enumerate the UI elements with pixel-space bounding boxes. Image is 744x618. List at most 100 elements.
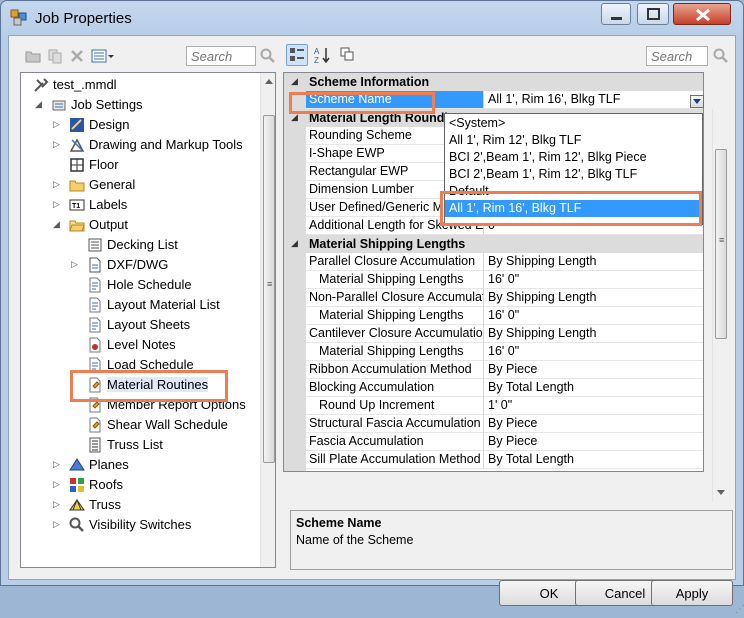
tree-item[interactable]: Hole Schedule xyxy=(21,275,259,295)
property-name: Material Shipping Lengths xyxy=(306,271,484,289)
property-row[interactable]: Parallel Closure Accumulation By Shipping… xyxy=(306,253,703,271)
tree-item-label: Job Settings xyxy=(71,97,143,112)
scroll-down-icon[interactable] xyxy=(716,489,726,497)
grid-scrollbar[interactable]: ≡ xyxy=(712,109,728,502)
property-value[interactable]: By Piece xyxy=(484,415,703,433)
apply-button[interactable]: Apply xyxy=(651,580,733,606)
expand-arrow-icon[interactable]: ▷ xyxy=(53,199,63,209)
tree-item[interactable]: Layout Sheets xyxy=(21,315,259,335)
property-value[interactable]: By Total Length xyxy=(484,451,703,469)
tree-item[interactable]: ▷ General xyxy=(21,175,259,195)
delete-icon[interactable] xyxy=(69,48,85,64)
settings-tree[interactable]: ≡ test_.mmdl ◢ Job Settings ▷ Design ▷ Drawing… xyxy=(20,72,276,568)
tree-item[interactable]: ◢ Output xyxy=(21,215,259,235)
tree-item[interactable]: ◢ Job Settings xyxy=(21,95,259,115)
search-icon[interactable] xyxy=(260,48,276,64)
property-row[interactable]: Non-Parallel Closure Accumulation By Ship… xyxy=(306,289,703,307)
material-routines-highlight xyxy=(70,370,228,402)
view-options-icon[interactable] xyxy=(91,48,115,64)
grid-search-icon[interactable] xyxy=(713,48,729,64)
tree-item[interactable]: ▷ Truss xyxy=(21,495,259,515)
property-row[interactable]: Material Shipping Lengths 16' 0" xyxy=(306,271,703,289)
tree-item[interactable]: Truss List xyxy=(21,435,259,455)
category-shipping[interactable]: ◢ Material Shipping Lengths xyxy=(284,235,703,253)
tree-item[interactable]: ▷ Drawing and Markup Tools xyxy=(21,135,259,155)
new-folder-icon[interactable] xyxy=(25,48,41,64)
tree-item[interactable]: test_.mmdl xyxy=(21,75,259,95)
dropdown-option[interactable]: All 1', Rim 12', Blkg TLF xyxy=(445,132,702,149)
property-value[interactable]: 16' 0" xyxy=(484,343,703,361)
property-value[interactable]: By Shipping Length xyxy=(484,325,703,343)
property-value[interactable]: By Shipping Length xyxy=(484,253,703,271)
expand-arrow-icon[interactable]: ▷ xyxy=(71,259,81,269)
collapse-arrow-icon[interactable]: ◢ xyxy=(291,238,298,249)
tree-scrollbar[interactable]: ≡ xyxy=(260,73,275,567)
svg-text:T1: T1 xyxy=(72,203,80,210)
dropdown-option[interactable]: <System> xyxy=(445,115,702,132)
title-bar[interactable]: Job Properties xyxy=(1,1,743,35)
dropdown-option[interactable]: BCI 2',Beam 1', Rim 12', Blkg TLF xyxy=(445,166,702,183)
copy-icon[interactable] xyxy=(47,48,63,64)
expand-arrow-icon[interactable]: ▷ xyxy=(53,459,63,469)
tree-item[interactable]: Floor xyxy=(21,155,259,175)
tree-item[interactable]: ▷ Visibility Switches xyxy=(21,515,259,535)
tree-item[interactable]: Decking List xyxy=(21,235,259,255)
property-value[interactable]: By Shipping Length xyxy=(484,289,703,307)
tree-item[interactable]: ▷ T1 Labels xyxy=(21,195,259,215)
tree-scroll-thumb[interactable]: ≡ xyxy=(263,115,275,463)
tree-item[interactable]: Shear Wall Schedule xyxy=(21,415,259,435)
property-row[interactable]: Fascia Accumulation By Piece xyxy=(306,433,703,451)
property-row[interactable]: Material Shipping Lengths 16' 0" xyxy=(306,307,703,325)
property-row[interactable]: Cantilever Closure Accumulation By Shippi… xyxy=(306,325,703,343)
property-row[interactable]: Blocking Accumulation By Total Length xyxy=(306,379,703,397)
category-scheme[interactable]: ◢ Scheme Information xyxy=(284,73,703,91)
expand-arrow-icon[interactable]: ▷ xyxy=(53,499,63,509)
property-row[interactable]: Round Up Increment 1' 0" xyxy=(306,397,703,415)
property-name: Material Shipping Lengths xyxy=(306,343,484,361)
maximize-button[interactable] xyxy=(637,3,669,25)
property-value[interactable]: 16' 0" xyxy=(484,271,703,289)
tree-item-label: Hole Schedule xyxy=(107,277,192,292)
property-name: Blocking Accumulation xyxy=(306,379,484,397)
expand-arrow-icon[interactable]: ▷ xyxy=(53,479,63,489)
property-value[interactable]: By Piece xyxy=(484,433,703,451)
expand-arrow-icon[interactable]: ▷ xyxy=(53,119,63,129)
property-value[interactable]: By Total Length xyxy=(484,379,703,397)
expand-arrow-icon[interactable]: ▷ xyxy=(53,179,63,189)
tree-search-input[interactable] xyxy=(186,46,256,66)
grid-toolbar: AZ xyxy=(283,44,733,68)
property-row[interactable]: Ribbon Accumulation Method By Piece xyxy=(306,361,703,379)
grid-scroll-thumb[interactable]: ≡ xyxy=(715,149,727,339)
property-value[interactable]: 16' 0" xyxy=(484,307,703,325)
property-value[interactable]: 1' 0" xyxy=(484,397,703,415)
property-row[interactable]: Sill Plate Accumulation Method By Total L… xyxy=(306,451,703,469)
expand-arrow-icon[interactable]: ▷ xyxy=(53,519,63,529)
close-icon xyxy=(696,8,710,22)
collapse-arrow-icon[interactable]: ◢ xyxy=(35,99,45,109)
tree-item[interactable]: ▷ DXF/DWG xyxy=(21,255,259,275)
grid-search-input[interactable] xyxy=(646,46,708,66)
expand-arrow-icon[interactable]: ▷ xyxy=(53,139,63,149)
size-grip[interactable]: ⋰ xyxy=(735,604,744,618)
minimize-button[interactable] xyxy=(601,3,631,25)
notes-icon xyxy=(89,337,101,353)
dropdown-option[interactable]: BCI 2',Beam 1', Rim 12', Blkg Piece xyxy=(445,149,702,166)
tree-item[interactable]: ▷ Planes xyxy=(21,455,259,475)
categorized-button[interactable] xyxy=(286,44,308,66)
scroll-up-icon[interactable] xyxy=(264,77,274,85)
tree-item[interactable]: ▷ Roofs xyxy=(21,475,259,495)
tree-item[interactable]: Level Notes xyxy=(21,335,259,355)
property-row[interactable]: Material Shipping Lengths 16' 0" xyxy=(306,343,703,361)
tree-item[interactable]: ▷ Design xyxy=(21,115,259,135)
close-button[interactable] xyxy=(673,3,731,25)
collapse-arrow-icon[interactable]: ◢ xyxy=(291,76,298,87)
scheme-dropdown-button[interactable] xyxy=(690,95,704,108)
tree-item-label: General xyxy=(89,177,136,192)
property-row[interactable]: Structural Fascia Accumulation By Piece xyxy=(306,415,703,433)
property-pages-icon[interactable] xyxy=(339,46,355,62)
property-value[interactable]: All 1', Rim 16', Blkg TLF xyxy=(484,91,703,109)
sort-alphabetical-icon[interactable]: AZ xyxy=(313,46,331,64)
collapse-arrow-icon[interactable]: ◢ xyxy=(53,219,63,229)
tree-item[interactable]: Layout Material List xyxy=(21,295,259,315)
property-value[interactable]: By Piece xyxy=(484,361,703,379)
